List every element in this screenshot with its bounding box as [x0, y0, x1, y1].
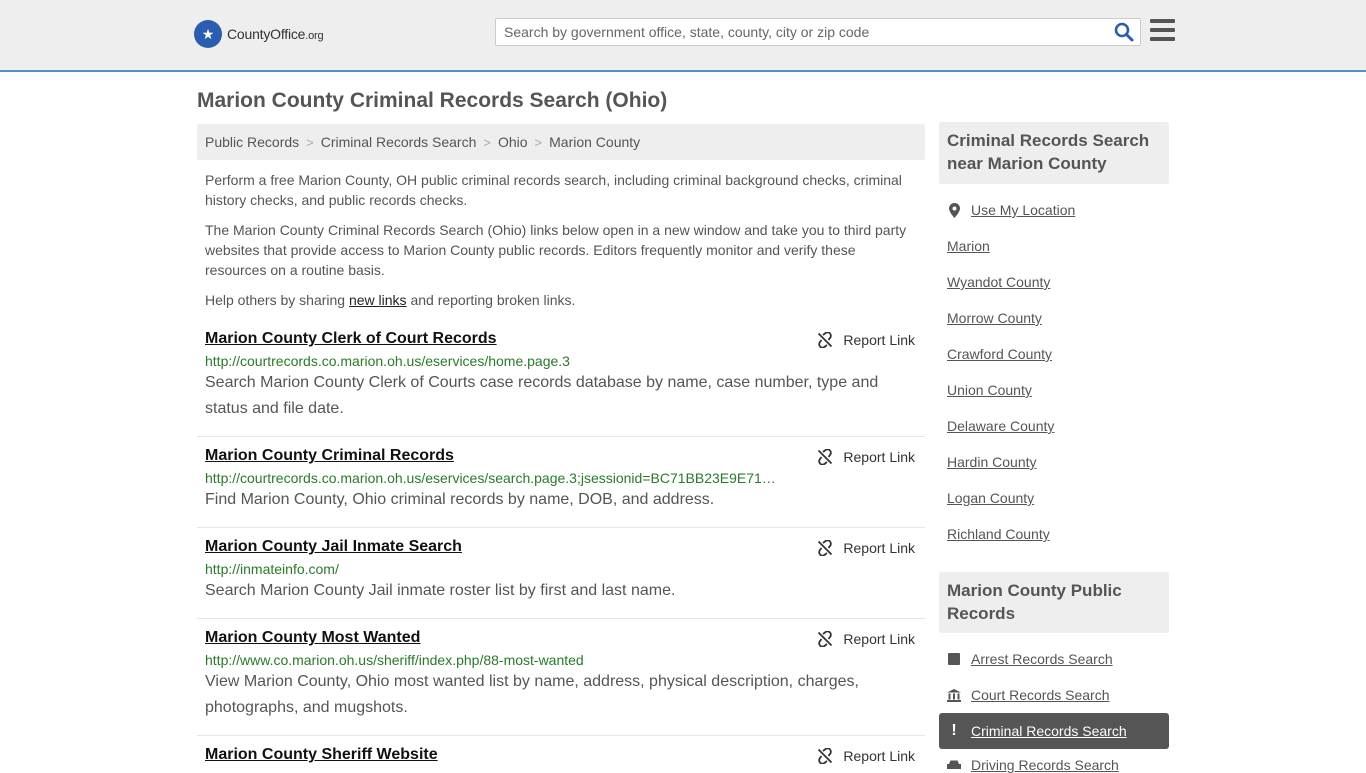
listing-title-link[interactable]: Marion County Sheriff Website	[205, 746, 438, 764]
report-link-button[interactable]: Report Link	[817, 748, 915, 764]
breadcrumb: Public Records > Criminal Records Search…	[197, 124, 925, 160]
breadcrumb-marion-county[interactable]: Marion County	[549, 134, 640, 150]
intro-paragraph-1: Perform a free Marion County, OH public …	[205, 172, 902, 208]
intro-paragraph-3: Help others by sharing new links and rep…	[205, 292, 576, 308]
driving-records-search-link[interactable]: Driving Records Search	[947, 757, 1119, 773]
listing-item: Marion County Criminal Records http://co…	[197, 441, 925, 528]
use-my-location-label: Use My Location	[971, 202, 1076, 218]
search-icon[interactable]	[1114, 22, 1134, 42]
listing-description: Search Marion County Clerk of Courts cas…	[205, 374, 879, 417]
arrest-records-search-link[interactable]: Arrest Records Search	[947, 651, 1113, 667]
exclamation-icon: !	[951, 722, 957, 739]
breadcrumb-separator: >	[306, 134, 314, 150]
square-icon	[947, 653, 961, 665]
logo-seal-icon: ★	[194, 20, 222, 48]
court-records-search-link[interactable]: Court Records Search	[947, 687, 1110, 703]
nearby-link-hardin[interactable]: Hardin County	[947, 454, 1037, 470]
breadcrumb-public-records[interactable]: Public Records	[205, 134, 299, 150]
breadcrumb-separator: >	[534, 134, 543, 150]
new-links-link[interactable]: new links	[349, 292, 407, 308]
sidebar-public-records-heading: Marion County Public Records	[939, 572, 1169, 633]
report-link-button[interactable]: Report Link	[817, 332, 915, 348]
top-bar: ★ CountyOffice.org	[0, 0, 1366, 72]
search-input[interactable]	[496, 19, 1096, 45]
hamburger-menu-icon[interactable]	[1150, 19, 1175, 41]
use-my-location-link[interactable]: Use My Location	[947, 202, 1075, 218]
car-icon	[947, 760, 961, 771]
listing-description: Search Marion County Jail inmate roster …	[205, 582, 676, 599]
criminal-records-search-link-active[interactable]: ! Criminal Records Search	[939, 713, 1169, 749]
listing-item: Marion County Sheriff Website Report Lin…	[197, 740, 925, 768]
nearby-link-richland[interactable]: Richland County	[947, 526, 1050, 542]
report-link-label: Report Link	[843, 540, 915, 556]
report-link-button[interactable]: Report Link	[817, 449, 915, 465]
broken-link-icon	[818, 748, 833, 764]
listing-title-link[interactable]: Marion County Most Wanted	[205, 629, 420, 647]
listing-url[interactable]: http://www.co.marion.oh.us/sheriff/index…	[205, 652, 780, 668]
listing-title-link[interactable]: Marion County Jail Inmate Search	[205, 538, 462, 556]
report-link-label: Report Link	[843, 748, 915, 764]
nearby-link-union[interactable]: Union County	[947, 382, 1032, 398]
page-title: Marion County Criminal Records Search (O…	[197, 89, 668, 112]
nearby-link-crawford[interactable]: Crawford County	[947, 346, 1052, 362]
broken-link-icon	[818, 631, 833, 647]
listing-title-link[interactable]: Marion County Criminal Records	[205, 447, 454, 465]
listing-url[interactable]: http://inmateinfo.com/	[205, 561, 780, 577]
breadcrumb-ohio[interactable]: Ohio	[498, 134, 528, 150]
logo-text: CountyOffice	[227, 26, 306, 42]
nearby-link-morrow[interactable]: Morrow County	[947, 310, 1042, 326]
breadcrumb-criminal-records-search[interactable]: Criminal Records Search	[321, 134, 477, 150]
listing-item: Marion County Clerk of Court Records htt…	[197, 324, 925, 437]
broken-link-icon	[818, 332, 833, 348]
nearby-link-logan[interactable]: Logan County	[947, 490, 1034, 506]
listing-url[interactable]: http://courtrecords.co.marion.oh.us/eser…	[205, 353, 780, 369]
logo-suffix: .org	[305, 30, 324, 42]
nearby-link-marion[interactable]: Marion	[947, 238, 990, 254]
broken-link-icon	[818, 449, 833, 465]
map-pin-icon	[947, 202, 961, 218]
listing-description: Find Marion County, Ohio criminal record…	[205, 491, 715, 508]
intro-paragraph-2: The Marion County Criminal Records Searc…	[205, 222, 907, 278]
courthouse-icon	[947, 688, 961, 702]
nearby-link-wyandot[interactable]: Wyandot County	[947, 274, 1050, 290]
report-link-label: Report Link	[843, 631, 915, 647]
breadcrumb-separator: >	[483, 134, 491, 150]
nearby-link-delaware[interactable]: Delaware County	[947, 418, 1054, 434]
report-link-label: Report Link	[843, 449, 915, 465]
listing-title-link[interactable]: Marion County Clerk of Court Records	[205, 330, 497, 348]
listing-description: View Marion County, Ohio most wanted lis…	[205, 673, 859, 716]
listing-url[interactable]: http://courtrecords.co.marion.oh.us/eser…	[205, 470, 780, 486]
listing-item: Marion County Most Wanted http://www.co.…	[197, 623, 925, 736]
listing-item: Marion County Jail Inmate Search http://…	[197, 532, 925, 619]
report-link-label: Report Link	[843, 332, 915, 348]
broken-link-icon	[818, 540, 833, 556]
site-logo[interactable]: ★ CountyOffice.org	[194, 20, 324, 48]
sidebar-nearby-heading: Criminal Records Search near Marion Coun…	[939, 122, 1169, 184]
report-link-button[interactable]: Report Link	[817, 540, 915, 556]
report-link-button[interactable]: Report Link	[817, 631, 915, 647]
search-box	[495, 18, 1141, 46]
